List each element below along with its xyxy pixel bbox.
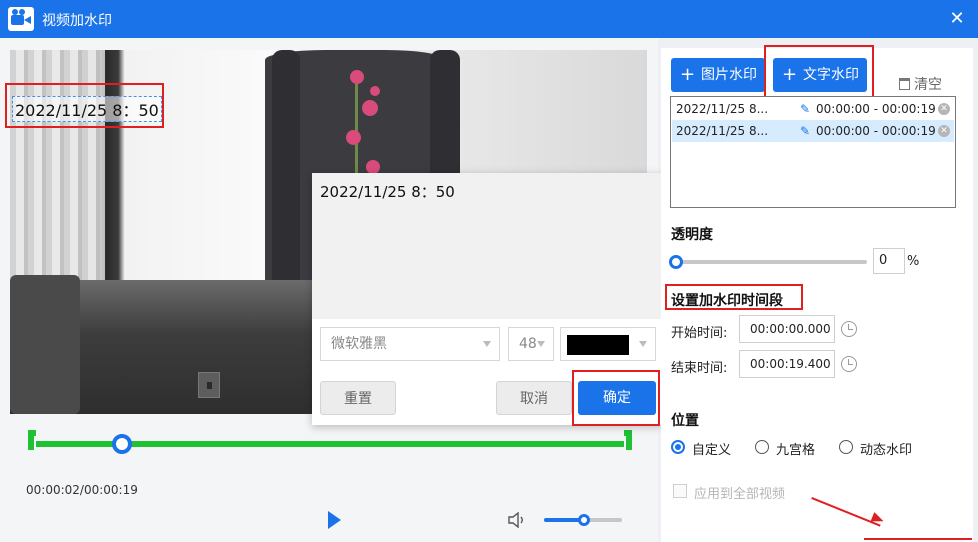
outlet-image <box>198 372 220 398</box>
font-select[interactable]: 微软雅黑 <box>320 327 500 361</box>
embroidery-image <box>362 100 378 116</box>
chevron-down-icon <box>537 341 545 347</box>
color-select[interactable] <box>560 327 656 361</box>
image-watermark-label: 图片水印 <box>701 67 757 83</box>
watermark-range: 00:00:00 - 00:00:19 <box>816 102 936 116</box>
opacity-input[interactable]: 0 <box>873 248 905 274</box>
clock-icon[interactable] <box>841 356 857 372</box>
opacity-slider[interactable] <box>669 255 867 269</box>
opacity-label: 透明度 <box>671 227 713 243</box>
annotation-underline <box>864 538 972 540</box>
edit-icon[interactable]: ✎ <box>800 98 810 120</box>
apply-all-label: 应用到全部视频 <box>694 487 786 502</box>
timeline-track[interactable] <box>28 430 632 458</box>
delete-icon[interactable]: ✕ <box>938 125 950 137</box>
watermark-list[interactable]: 2022/11/25 8... ✎ 00:00:00 - 00:00:19 ✕ … <box>670 96 956 208</box>
reset-button[interactable]: 重置 <box>320 381 396 415</box>
time-readout: 00:00:02/00:00:19 <box>26 483 138 497</box>
embroidery-image <box>350 70 364 84</box>
list-item[interactable]: 2022/11/25 8... ✎ 00:00:00 - 00:00:19 ✕ <box>672 98 954 120</box>
range-end-handle[interactable] <box>624 430 632 450</box>
volume-slider[interactable] <box>544 514 622 526</box>
clock-icon[interactable] <box>841 321 857 337</box>
font-size-select[interactable]: 48 <box>508 327 554 361</box>
playhead-knob[interactable] <box>112 434 132 454</box>
highlight-box <box>5 83 164 128</box>
embroidery-image <box>346 130 361 145</box>
opacity-knob[interactable] <box>669 255 683 269</box>
volume-icon[interactable] <box>508 512 526 528</box>
chevron-down-icon <box>639 341 647 347</box>
highlight-box <box>665 284 803 310</box>
settings-panel: + 图片水印 + 文字水印 清空 2022/11/25 8... ✎ 00:00… <box>661 45 973 542</box>
radio-custom-label[interactable]: 自定义 <box>692 439 731 458</box>
delete-icon[interactable]: ✕ <box>938 103 950 115</box>
apply-all-checkbox[interactable] <box>673 484 687 498</box>
embroidery-image <box>366 160 380 174</box>
play-icon[interactable] <box>328 511 341 529</box>
color-swatch <box>567 335 629 355</box>
text-edit-area[interactable]: 2022/11/25 8：50 <box>312 173 662 319</box>
highlight-box <box>572 370 660 426</box>
position-label: 位置 <box>671 413 699 429</box>
radio-dynamic[interactable] <box>839 440 853 454</box>
radio-dynamic-label[interactable]: 动态水印 <box>860 439 912 458</box>
title-bar: 视频加水印 ✕ <box>0 0 978 38</box>
start-time-input[interactable]: 00:00:00.000 <box>739 315 835 343</box>
cancel-button[interactable]: 取消 <box>496 381 572 415</box>
end-time-label: 结束时间: <box>671 361 728 376</box>
embroidery-image <box>370 86 380 96</box>
clear-label: 清空 <box>914 77 942 93</box>
window-title: 视频加水印 <box>42 13 112 29</box>
watermark-name: 2022/11/25 8... <box>676 124 769 138</box>
edit-icon[interactable]: ✎ <box>800 120 810 142</box>
chevron-down-icon <box>483 341 491 347</box>
plus-icon: + <box>680 64 696 85</box>
font-value: 微软雅黑 <box>331 336 387 352</box>
clear-button[interactable]: 清空 <box>899 74 942 94</box>
radio-custom[interactable] <box>671 440 685 454</box>
watermark-name: 2022/11/25 8... <box>676 102 769 116</box>
end-time-input[interactable]: 00:00:19.400 <box>739 350 835 378</box>
edit-text[interactable]: 2022/11/25 8：50 <box>320 181 455 202</box>
image-watermark-button[interactable]: + 图片水印 <box>671 58 765 92</box>
percent-unit: % <box>907 254 920 269</box>
watermark-range: 00:00:00 - 00:00:19 <box>816 124 936 138</box>
radio-grid-label[interactable]: 九宫格 <box>776 439 815 458</box>
start-time-label: 开始时间: <box>671 326 728 341</box>
range-start-handle[interactable] <box>28 430 36 450</box>
sofa-image <box>10 275 80 414</box>
font-size-value: 48 <box>519 336 537 352</box>
close-icon[interactable]: ✕ <box>944 6 970 32</box>
video-camera-icon <box>8 7 34 31</box>
list-item[interactable]: 2022/11/25 8... ✎ 00:00:00 - 00:00:19 ✕ <box>672 120 954 142</box>
highlight-box <box>764 45 874 99</box>
volume-knob[interactable] <box>578 514 590 526</box>
radio-grid[interactable] <box>755 440 769 454</box>
trash-icon <box>899 78 910 90</box>
